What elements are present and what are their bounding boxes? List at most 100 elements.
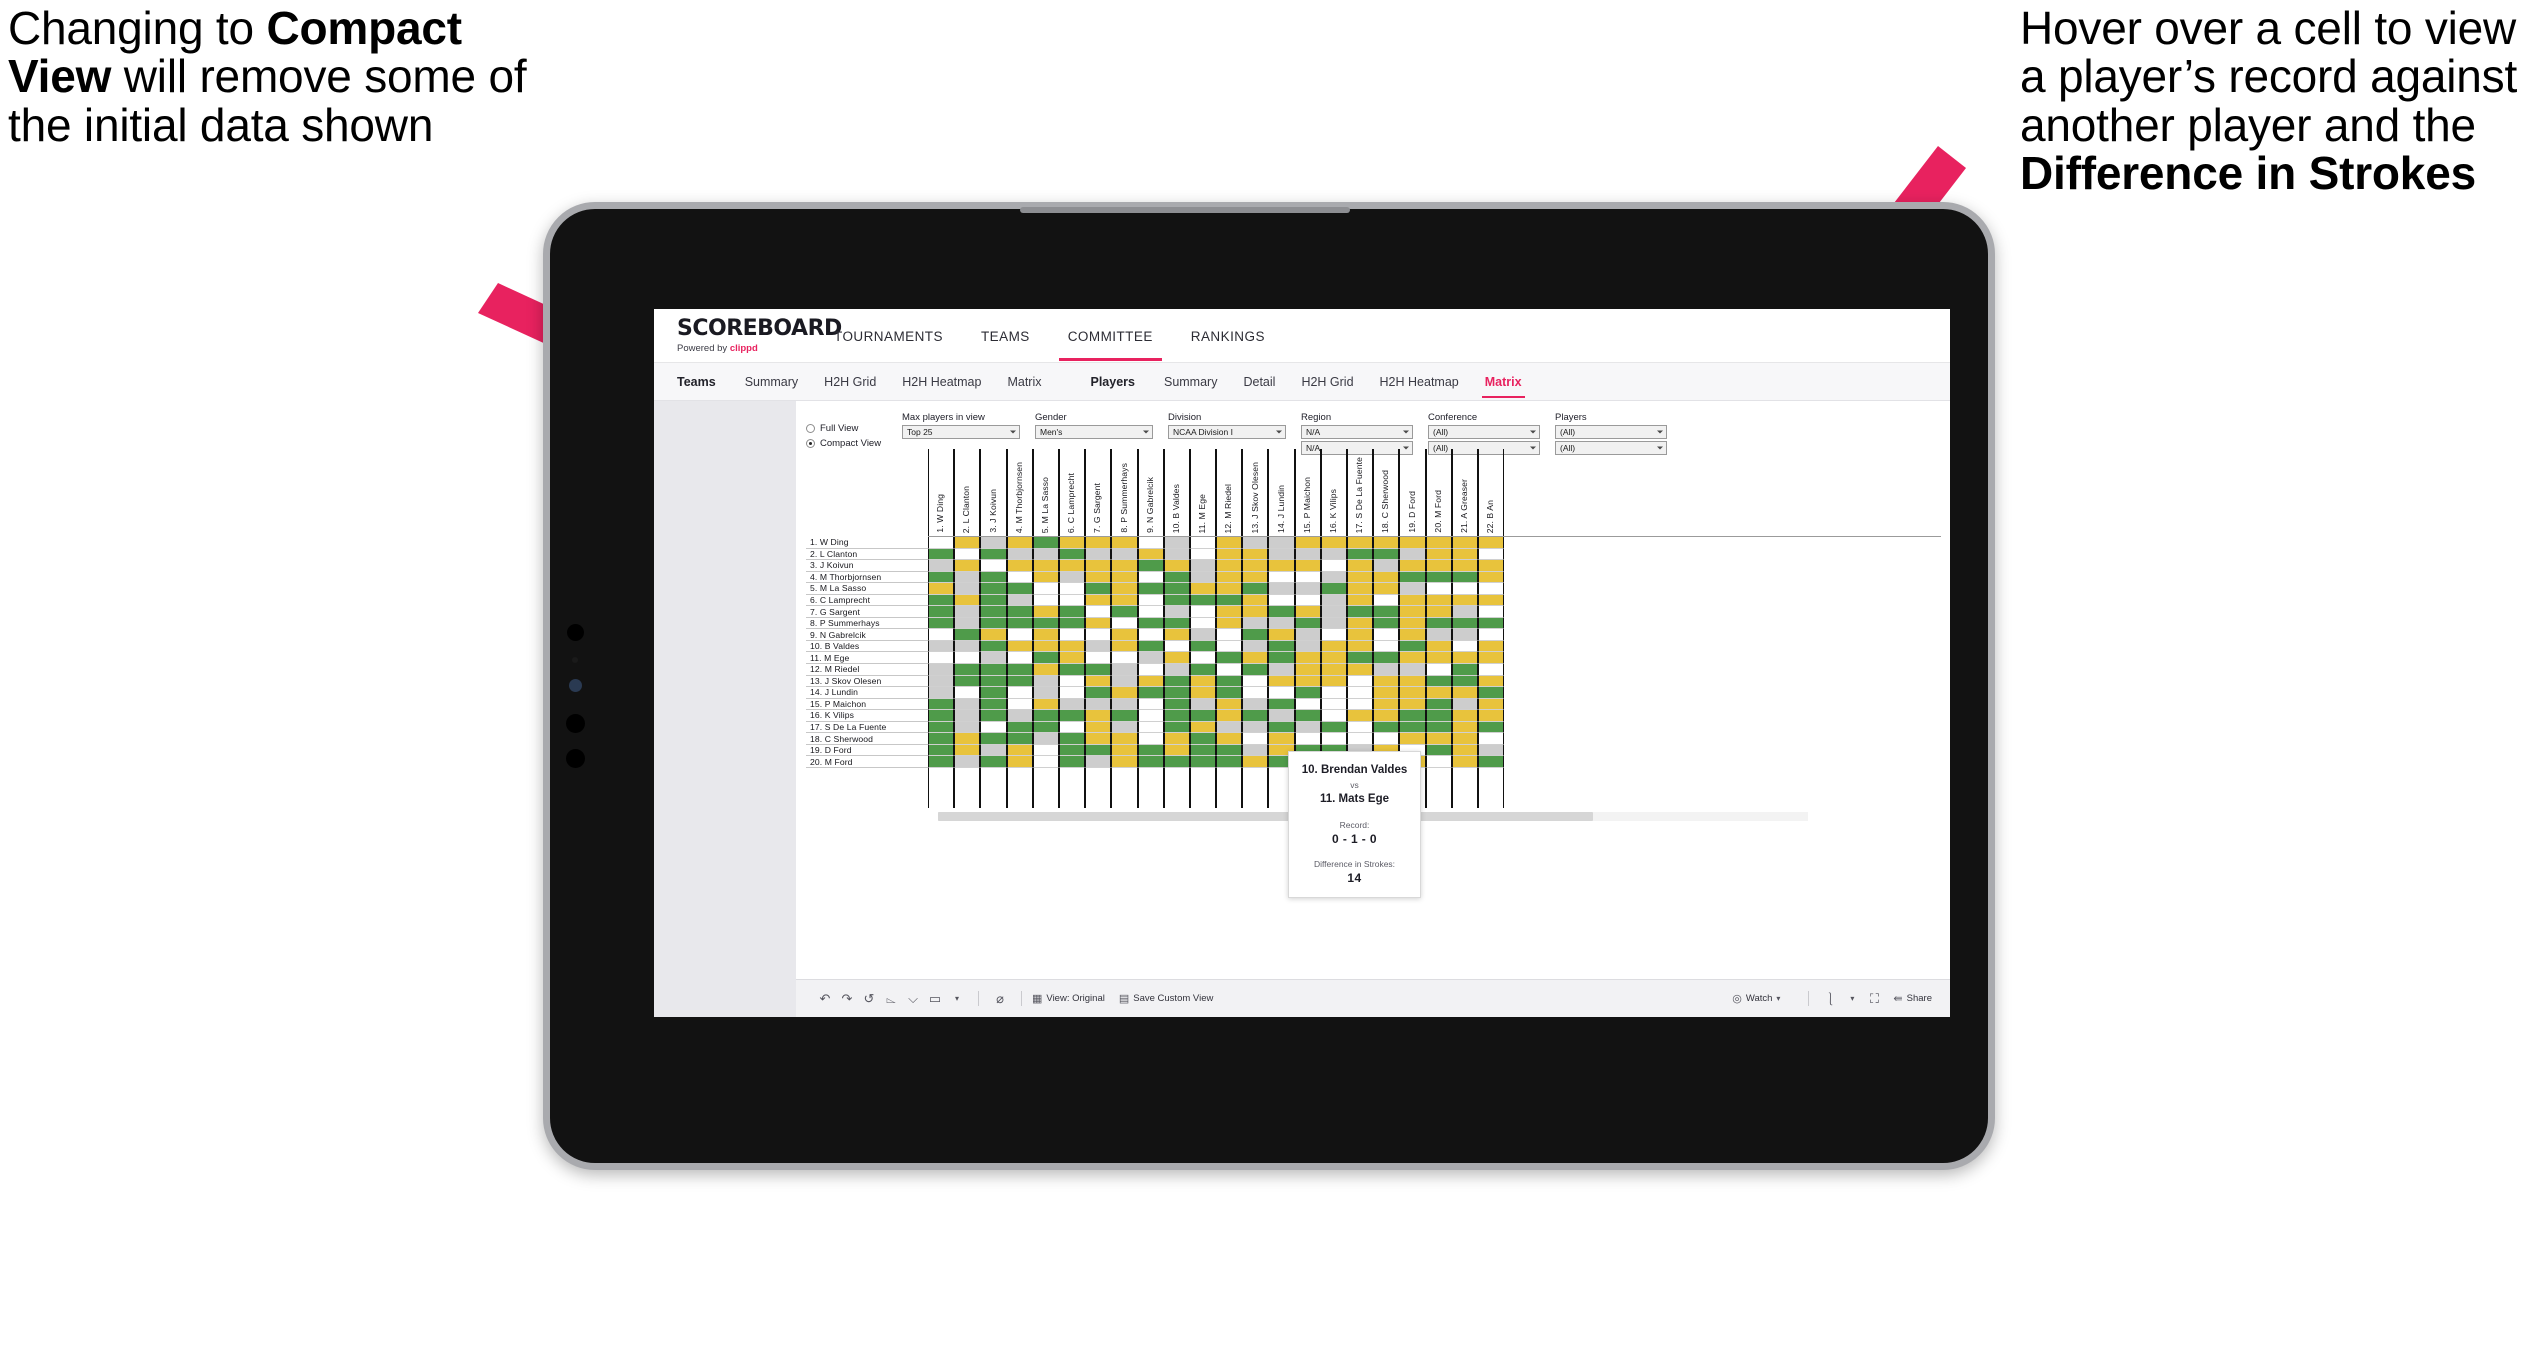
matrix-cell[interactable] <box>1085 606 1112 618</box>
matrix-cell[interactable] <box>1451 617 1478 630</box>
matrix-cell[interactable] <box>1268 664 1295 676</box>
filter-max-players-select[interactable]: Top 25 <box>902 425 1020 439</box>
matrix-cell[interactable] <box>1163 664 1190 676</box>
matrix-cell[interactable] <box>980 640 1007 653</box>
matrix-cell[interactable] <box>1425 629 1452 641</box>
matrix-cell[interactable] <box>1137 652 1164 665</box>
matrix-cell[interactable] <box>1137 629 1164 641</box>
matrix-cell[interactable] <box>1294 640 1321 653</box>
matrix-cell[interactable] <box>1216 583 1243 595</box>
matrix-cell[interactable] <box>1399 606 1426 618</box>
matrix-cell[interactable] <box>1477 744 1505 757</box>
matrix-cell[interactable] <box>1111 733 1138 745</box>
matrix-cell[interactable] <box>1058 640 1086 653</box>
matrix-cell[interactable] <box>1006 721 1033 734</box>
matrix-cell[interactable] <box>1477 617 1505 630</box>
matrix-cell[interactable] <box>1163 560 1190 572</box>
matrix-cell[interactable] <box>1320 721 1347 734</box>
download-icon[interactable]: ⎱ <box>1819 989 1841 1008</box>
matrix-cell[interactable] <box>1347 537 1374 549</box>
matrix-cell[interactable] <box>1399 675 1426 688</box>
matrix-cell[interactable] <box>1085 721 1112 734</box>
matrix-cell[interactable] <box>1347 687 1374 699</box>
matrix-cell[interactable] <box>1058 606 1086 618</box>
matrix-cell[interactable] <box>1477 756 1505 768</box>
nav-item-committee[interactable]: COMMITTEE <box>1049 311 1172 361</box>
matrix-cell[interactable] <box>1347 733 1374 745</box>
matrix-cell[interactable] <box>1216 571 1243 584</box>
matrix-cell[interactable] <box>1399 640 1426 653</box>
matrix-cell[interactable] <box>1058 721 1086 734</box>
matrix-cell[interactable] <box>1216 721 1243 734</box>
matrix-cell[interactable] <box>1451 721 1478 734</box>
matrix-cell[interactable] <box>1137 560 1164 572</box>
filter-region-select[interactable]: N/A <box>1301 425 1413 439</box>
matrix-cell[interactable] <box>1189 606 1217 618</box>
matrix-cell[interactable] <box>954 733 981 745</box>
matrix-cell[interactable] <box>1347 629 1374 641</box>
refresh-icon[interactable]: ⌳ <box>880 991 902 1007</box>
matrix-cell[interactable] <box>1137 537 1164 549</box>
matrix-cell[interactable] <box>1242 756 1269 768</box>
matrix-cell[interactable] <box>1242 687 1269 699</box>
matrix-cell[interactable] <box>1425 733 1452 745</box>
matrix-cell[interactable] <box>1294 698 1321 711</box>
matrix-cell[interactable] <box>1137 640 1164 653</box>
matrix-cell[interactable] <box>1373 548 1400 561</box>
matrix-cell[interactable] <box>1111 571 1138 584</box>
matrix-cell[interactable] <box>1425 571 1452 584</box>
matrix-cell[interactable] <box>1163 583 1190 595</box>
matrix-cell[interactable] <box>1268 537 1295 549</box>
matrix-cell[interactable] <box>954 537 981 549</box>
matrix-cell[interactable] <box>1216 664 1243 676</box>
matrix-cell[interactable] <box>1137 710 1164 722</box>
matrix-cell[interactable] <box>1032 548 1059 561</box>
matrix-cell[interactable] <box>1425 721 1452 734</box>
matrix-cell[interactable] <box>1399 537 1426 549</box>
matrix-cell[interactable] <box>980 733 1007 745</box>
matrix-cell[interactable] <box>1189 721 1217 734</box>
matrix-cell[interactable] <box>1085 744 1112 757</box>
matrix-cell[interactable] <box>1006 652 1033 665</box>
matrix-cell[interactable] <box>1451 756 1478 768</box>
filter-division-select[interactable]: NCAA Division I <box>1168 425 1286 439</box>
matrix-cell[interactable] <box>1347 664 1374 676</box>
pause-icon[interactable]: ⌵ <box>902 991 924 1007</box>
matrix-cell[interactable] <box>928 687 955 699</box>
matrix-cell[interactable] <box>1320 710 1347 722</box>
matrix-cell[interactable] <box>1006 733 1033 745</box>
matrix-cell[interactable] <box>1242 640 1269 653</box>
matrix-cell[interactable] <box>980 560 1007 572</box>
matrix-cell[interactable] <box>1163 744 1190 757</box>
matrix-cell[interactable] <box>1189 583 1217 595</box>
matrix-cell[interactable] <box>1399 687 1426 699</box>
matrix-cell[interactable] <box>1347 594 1374 607</box>
matrix-cell[interactable] <box>1163 721 1190 734</box>
matrix-cell[interactable] <box>954 675 981 688</box>
matrix-cell[interactable] <box>928 548 955 561</box>
dropdown-caret-icon[interactable]: ▾ <box>946 994 968 1003</box>
matrix-cell[interactable] <box>980 617 1007 630</box>
matrix-cell[interactable] <box>1163 733 1190 745</box>
matrix-cell[interactable] <box>1373 664 1400 676</box>
matrix-cell[interactable] <box>1425 687 1452 699</box>
matrix-cell[interactable] <box>1451 652 1478 665</box>
matrix-cell[interactable] <box>1006 583 1033 595</box>
matrix-cell[interactable] <box>1268 675 1295 688</box>
matrix-cell[interactable] <box>1111 560 1138 572</box>
matrix-cell[interactable] <box>928 756 955 768</box>
matrix-cell[interactable] <box>1373 640 1400 653</box>
matrix-cell[interactable] <box>1216 548 1243 561</box>
matrix-cell[interactable] <box>1032 594 1059 607</box>
matrix-cell[interactable] <box>1085 617 1112 630</box>
matrix-cell[interactable] <box>1189 560 1217 572</box>
filter-players-select[interactable]: (All) <box>1555 425 1667 439</box>
matrix-cell[interactable] <box>1006 687 1033 699</box>
filter-gender-select[interactable]: Men's <box>1035 425 1153 439</box>
matrix-cell[interactable] <box>1451 710 1478 722</box>
matrix-cell[interactable] <box>1085 548 1112 561</box>
matrix-cell[interactable] <box>954 687 981 699</box>
matrix-cell[interactable] <box>1111 698 1138 711</box>
matrix-cell[interactable] <box>1189 664 1217 676</box>
matrix-cell[interactable] <box>1242 583 1269 595</box>
